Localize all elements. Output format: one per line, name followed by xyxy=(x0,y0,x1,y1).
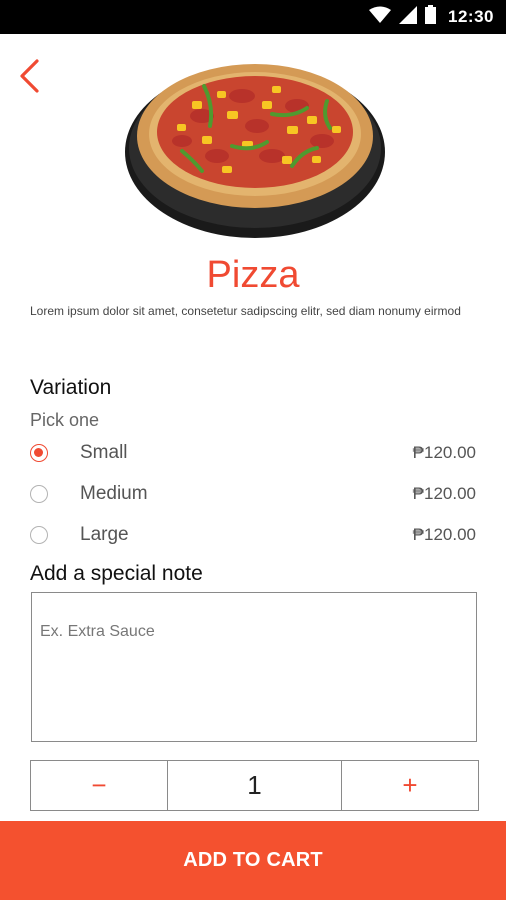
product-description: Lorem ipsum dolor sit amet, consetetur s… xyxy=(30,304,461,318)
option-label: Medium xyxy=(80,483,148,504)
product-image xyxy=(122,56,388,242)
battery-icon xyxy=(425,5,437,29)
option-price: ₱120.00 xyxy=(412,443,476,462)
back-button[interactable] xyxy=(14,58,44,98)
radio-button[interactable] xyxy=(30,526,48,544)
radio-button[interactable] xyxy=(30,485,48,503)
radio-button-selected[interactable] xyxy=(30,444,48,462)
variation-option-medium[interactable]: Medium ₱120.00 xyxy=(30,476,476,512)
special-note-title: Add a special note xyxy=(30,562,203,585)
variation-subtitle: Pick one xyxy=(30,410,100,430)
quantity-stepper: − 1 + xyxy=(30,760,479,811)
quantity-value: 1 xyxy=(167,761,342,810)
special-note-input[interactable] xyxy=(31,592,477,742)
option-label: Large xyxy=(80,524,129,545)
variation-option-large[interactable]: Large ₱120.00 xyxy=(30,517,476,553)
increase-quantity-button[interactable]: + xyxy=(342,761,478,810)
variation-title: Variation xyxy=(30,376,112,399)
status-icons: 12:30 xyxy=(369,0,494,34)
decrease-quantity-button[interactable]: − xyxy=(31,761,167,810)
status-time: 12:30 xyxy=(448,7,494,26)
option-price: ₱120.00 xyxy=(412,484,476,503)
add-to-cart-button[interactable]: ADD TO CART xyxy=(0,821,506,900)
wifi-icon xyxy=(369,6,392,29)
variation-option-small[interactable]: Small ₱120.00 xyxy=(30,435,476,471)
option-price: ₱120.00 xyxy=(412,525,476,544)
cellular-signal-icon xyxy=(399,5,418,29)
option-label: Small xyxy=(80,442,128,463)
chevron-left-icon xyxy=(18,58,40,98)
product-title: Pizza xyxy=(206,254,300,296)
status-bar: 12:30 xyxy=(0,0,506,34)
